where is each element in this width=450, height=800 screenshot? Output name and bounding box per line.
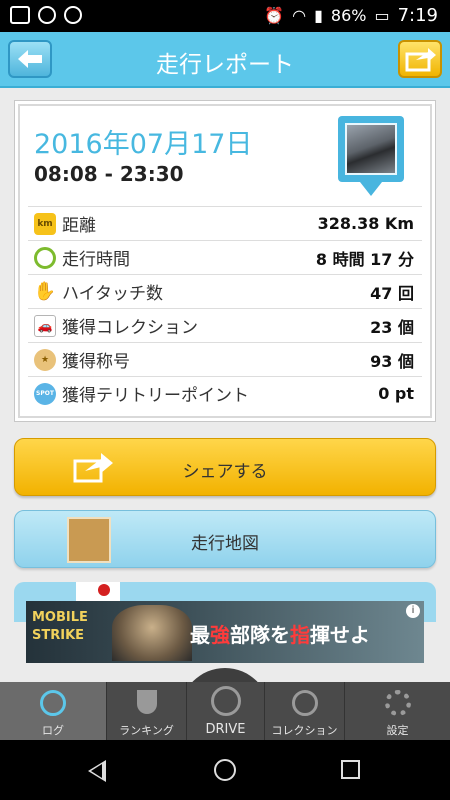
report-card: 2016年07月17日 08:08 - 23:30 km 距離 328.38 K… xyxy=(14,100,436,422)
battery-icon: ▭ xyxy=(374,6,390,25)
stat-value: 0 pt xyxy=(378,384,414,403)
stat-value: 23 個 xyxy=(370,317,414,337)
stat-value: 93 個 xyxy=(370,351,414,371)
km-icon: km xyxy=(34,212,56,235)
app-header: 走行レポート xyxy=(0,32,450,88)
stat-row-high-touch: ✋ ハイタッチ数 47 回 xyxy=(28,274,422,308)
ad-brand-line: MOBILE xyxy=(32,610,88,625)
ad-brand-line: STRIKE xyxy=(32,628,85,643)
hand-icon: ✋ xyxy=(33,281,57,302)
clock-icon xyxy=(40,690,66,716)
pin-tip xyxy=(360,182,382,196)
nav-collection[interactable]: コレクション xyxy=(265,682,345,740)
spot-icon: SPOT xyxy=(34,382,56,405)
battery-percent: 86% xyxy=(330,6,367,25)
ad-text: 揮せよ xyxy=(310,623,370,647)
stat-label: 獲得テリトリーポイント xyxy=(62,386,249,406)
clock-time: 7:19 xyxy=(397,5,438,26)
stats-list: km 距離 328.38 Km 走行時間 8 時間 17 分 ✋ ハイタッチ数 … xyxy=(28,206,422,410)
notification-icons xyxy=(10,6,82,24)
stat-value: 47 回 xyxy=(370,283,414,303)
clock-icon xyxy=(34,246,56,269)
stat-value: 328.38 Km xyxy=(317,214,414,233)
stat-row-drive-time: 走行時間 8 時間 17 分 xyxy=(28,240,422,274)
nav-ranking[interactable]: ランキング xyxy=(107,682,187,740)
bottom-navigation: ログ ランキング DRIVE コレクション 設定 xyxy=(0,682,450,740)
stat-label: ハイタッチ数 xyxy=(62,284,163,304)
nav-label: DRIVE xyxy=(205,722,246,737)
stat-row-collection: 🚗 獲得コレクション 23 個 xyxy=(28,308,422,342)
app-notification-icon xyxy=(38,6,56,24)
nav-label: ログ xyxy=(42,724,64,737)
app-notification-icon xyxy=(64,6,82,24)
status-bar: ⏰ ◠ ▮ 86% ▭ 7:19 xyxy=(0,0,450,32)
stat-row-titles: ★ 獲得称号 93 個 xyxy=(28,342,422,376)
share-icon xyxy=(405,48,436,72)
status-icons: ⏰ ◠ ▮ 86% ▭ 7:19 xyxy=(264,5,438,26)
report-card-inner: 2016年07月17日 08:08 - 23:30 km 距離 328.38 K… xyxy=(18,104,432,418)
stat-label: 獲得称号 xyxy=(62,352,130,372)
wifi-icon: ◠ xyxy=(292,6,307,25)
ad-text-highlight: 指 xyxy=(290,623,310,647)
system-home-icon[interactable] xyxy=(214,759,236,781)
nav-log[interactable]: ログ xyxy=(0,682,107,740)
ad-text-highlight: 強 xyxy=(210,623,230,647)
ad-banner[interactable]: MOBILE STRIKE 最強部隊を指揮せよ i xyxy=(26,601,424,663)
alarm-icon: ⏰ xyxy=(264,6,285,25)
pin-dot xyxy=(98,584,110,596)
stat-label: 距離 xyxy=(62,216,96,236)
nav-drive[interactable]: DRIVE xyxy=(187,682,265,740)
ad-text: 部隊を xyxy=(230,623,290,647)
page-title: 走行レポート xyxy=(156,52,294,78)
ad-text: 最 xyxy=(190,623,210,647)
nav-label: 設定 xyxy=(386,724,409,737)
trophy-icon xyxy=(136,690,157,714)
stat-row-distance: km 距離 328.38 Km xyxy=(28,206,422,240)
nav-label: コレクション xyxy=(271,724,338,737)
car-icon: 🚗 xyxy=(34,314,56,337)
share-button[interactable]: シェアする xyxy=(14,438,436,496)
gear-icon xyxy=(384,690,411,716)
share-header-button[interactable] xyxy=(398,40,442,78)
stat-row-territory: SPOT 獲得テリトリーポイント 0 pt xyxy=(28,376,422,410)
stat-value: 8 時間 17 分 xyxy=(315,249,414,269)
system-recents-icon[interactable] xyxy=(341,760,360,779)
nav-label: ランキング xyxy=(119,724,174,737)
power-icon xyxy=(210,686,241,716)
share-button-label: シェアする xyxy=(182,462,268,482)
medal-icon: ★ xyxy=(34,348,56,371)
photo-pin-button[interactable] xyxy=(338,116,404,196)
ad-brand-logo: MOBILE STRIKE xyxy=(32,609,102,645)
stat-label: 獲得コレクション xyxy=(62,318,198,338)
nav-settings[interactable]: 設定 xyxy=(345,682,450,740)
image-notification-icon xyxy=(10,6,30,24)
star-icon xyxy=(291,690,318,716)
system-back-icon[interactable] xyxy=(88,760,106,782)
drive-map-button-label: 走行地図 xyxy=(191,534,259,554)
ad-info-icon[interactable]: i xyxy=(406,604,420,618)
drive-map-button[interactable]: 走行地図 xyxy=(14,510,436,568)
report-time-range: 08:08 - 23:30 xyxy=(34,162,184,186)
system-navigation-bar xyxy=(0,740,450,800)
car-photo xyxy=(345,123,397,175)
stat-label: 走行時間 xyxy=(62,250,130,270)
ad-soldier-image xyxy=(112,605,192,661)
ad-catchphrase: 最強部隊を指揮せよ xyxy=(190,619,370,648)
report-date: 2016年07月17日 xyxy=(34,129,253,160)
signal-icon: ▮ xyxy=(314,6,323,25)
